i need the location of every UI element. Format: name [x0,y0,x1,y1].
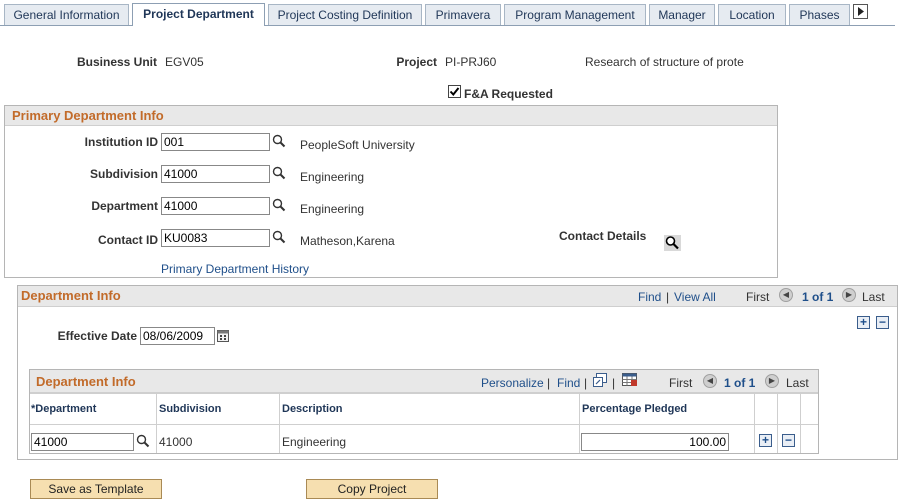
subdivision-input[interactable]: 41000 [161,165,270,183]
tab-primavera[interactable]: Primavera [425,4,501,25]
department-info-prev-icon[interactable]: ◀ [779,288,793,302]
grid-find-link[interactable]: Find [557,376,580,390]
tab-manager[interactable]: Manager [649,4,715,25]
department-info-separator: | [666,290,670,304]
row-delete-button[interactable]: − [782,434,795,447]
effective-date-input[interactable]: 08/06/2009 [140,327,215,345]
department-grid-title: Department Info [36,374,136,389]
grid-row-divider [30,424,818,425]
grid-separator-2: | [584,376,588,390]
view-in-new-window-icon[interactable] [593,373,607,387]
effective-date-label: Effective Date [57,329,137,343]
grid-range: 1 of 1 [724,376,756,390]
grid-first-label: First [669,376,693,390]
department-info-range: 1 of 1 [802,290,834,304]
subdivision-label: Subdivision [89,167,158,181]
department-input[interactable]: 41000 [161,197,270,215]
contact-id-input[interactable]: KU0083 [161,229,270,247]
grid-header-divider [30,393,818,394]
primary-department-box [4,105,778,278]
department-description: Engineering [300,202,365,216]
primary-department-history-link[interactable]: Primary Department History [161,262,309,276]
row-department-input[interactable]: 41000 [31,433,134,451]
grid-next-icon[interactable]: ▶ [765,374,779,388]
project-description: Research of structure of prote [585,55,744,69]
department-info-first-label: First [746,290,770,304]
department-label: Department [91,199,158,213]
institution-lookup-icon[interactable] [272,134,286,148]
tab-project-costing-definition[interactable]: Project Costing Definition [268,4,422,25]
department-info-delete-row-button[interactable]: − [876,316,889,329]
tab-general-information[interactable]: General Information [4,4,129,25]
institution-id-label: Institution ID [84,135,158,149]
row-description: Engineering [282,435,347,449]
tab-scroll-right-icon[interactable] [853,4,869,20]
copy-project-button[interactable]: Copy Project [306,479,438,499]
tab-phases[interactable]: Phases [789,4,850,25]
subdivision-lookup-icon[interactable] [272,166,286,180]
contact-description: Matheson,Karena [300,234,395,248]
column-header-department: *Department [31,403,97,415]
fa-requested-label: F&A Requested [464,87,553,101]
tab-project-department[interactable]: Project Department [132,3,265,26]
primary-department-title: Primary Department Info [12,108,164,123]
contact-id-label: Contact ID [98,233,158,247]
department-info-title: Department Info [21,288,121,303]
grid-col-divider-5 [777,394,778,453]
subdivision-description: Engineering [300,170,365,184]
tab-bar: General Information Project Department P… [0,0,903,27]
grid-last-label: Last [786,376,809,390]
department-info-view-all-link[interactable]: View All [674,290,716,304]
institution-id-input[interactable]: 001 [161,133,270,151]
department-info-last-label: Last [862,290,885,304]
grid-separator-1: | [547,376,551,390]
column-header-description: Description [282,403,343,415]
tab-location[interactable]: Location [718,4,786,25]
department-grid-header [30,370,818,393]
row-subdivision: 41000 [159,435,193,449]
department-lookup-icon[interactable] [272,198,286,212]
grid-prev-icon[interactable]: ◀ [703,374,717,388]
calendar-icon[interactable] [217,329,230,343]
grid-col-divider-2 [279,394,280,453]
grid-col-divider-4 [754,394,755,453]
project-label: Project [396,55,437,69]
download-spreadsheet-icon[interactable] [622,373,638,387]
save-as-template-button[interactable]: Save as Template [30,479,162,499]
grid-personalize-link[interactable]: Personalize [481,376,544,390]
row-add-button[interactable]: + [759,434,772,447]
project-value: PI-PRJ60 [445,55,497,69]
grid-col-divider-6 [800,394,801,453]
tab-program-management[interactable]: Program Management [504,4,646,25]
contact-lookup-icon[interactable] [272,230,286,244]
fa-requested-checkbox[interactable] [448,85,461,98]
business-unit-label: Business Unit [76,55,157,69]
grid-col-divider-1 [156,394,157,453]
contact-details-label: Contact Details [559,229,647,243]
department-info-add-row-button[interactable]: + [857,316,870,329]
institution-description: PeopleSoft University [300,138,415,152]
column-header-subdivision: Subdivision [159,403,222,415]
business-unit-value: EGV05 [165,55,204,69]
column-header-percentage: Percentage Pledged [582,403,688,415]
contact-details-search-icon[interactable] [664,235,681,251]
row-department-lookup-icon[interactable] [136,434,150,448]
row-percentage-input[interactable]: 100.00 [581,433,729,451]
grid-separator-3: | [612,376,616,390]
grid-col-divider-3 [579,394,580,453]
department-info-find-link[interactable]: Find [638,290,661,304]
department-info-next-icon[interactable]: ▶ [842,288,856,302]
